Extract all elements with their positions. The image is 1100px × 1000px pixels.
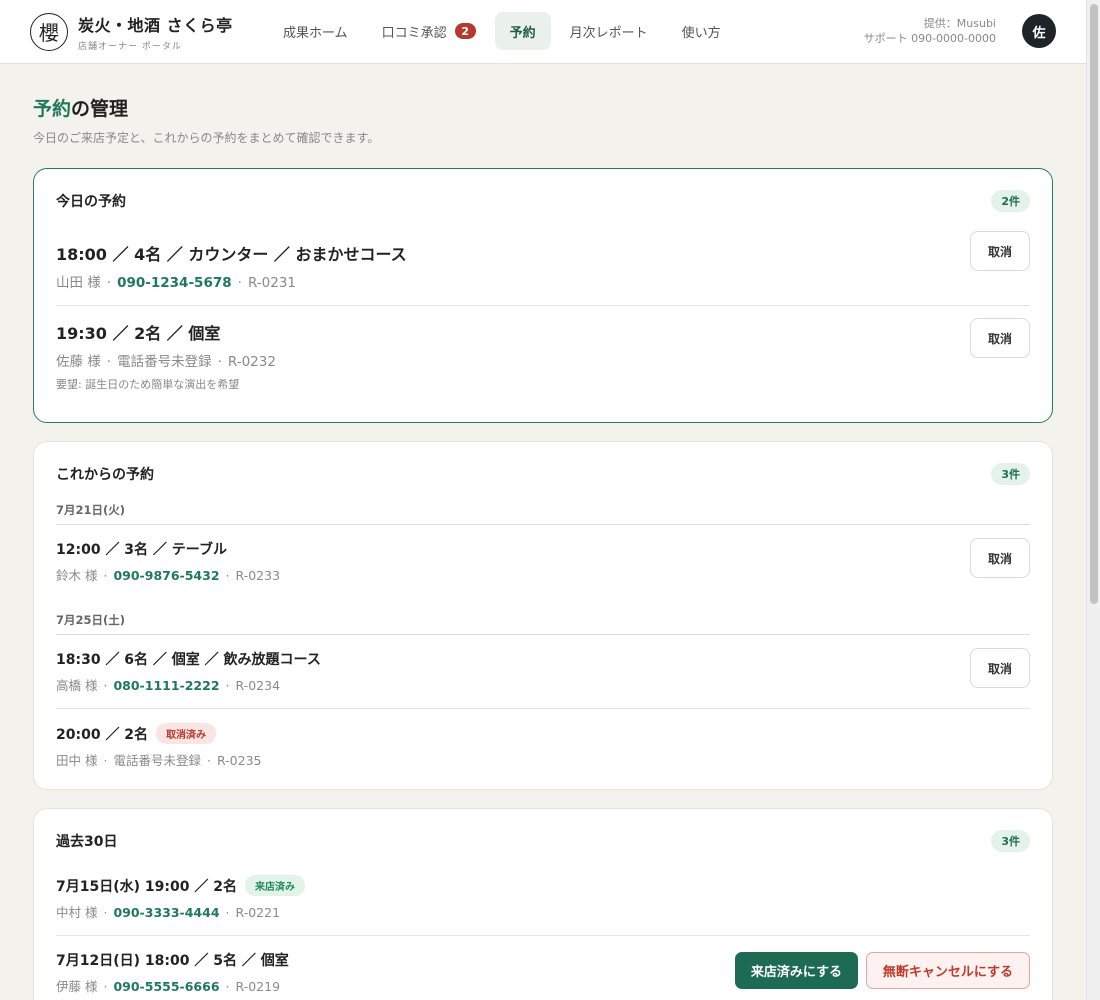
reservation-summary: 19:30 ／ 2名 ／ 個室 [56,324,221,343]
guest-name: 佐藤 様 [56,354,101,370]
page-title-accent: 予約 [33,98,72,120]
cancel-button[interactable]: 取消 [970,648,1030,688]
card-header: 今日の予約 2件 [56,189,1030,213]
reservation-id: R-0231 [247,275,296,291]
nav-reservations[interactable]: 予約 [494,12,551,50]
status-badge-cancelled: 取消済み [156,723,217,744]
page-description: 今日のご来店予定と、これからの予約をまとめて確認できます。 [33,131,380,145]
nav-reviews-label: 口コミ承認 [381,25,447,41]
cancel-button[interactable]: 取消 [970,318,1030,358]
main-content: 予約の管理 今日のご来店予定と、これからの予約をまとめて確認できます。 今日の予… [0,94,1086,1000]
guest-phone[interactable]: 090-1234-5678 [117,275,232,291]
phone-missing: 電話番号未登録 [117,354,212,370]
guest-phone[interactable]: 090-5555-6666 [113,979,219,994]
store-name: 炭火・地酒 さくら亭 [78,15,233,35]
phone-missing: 電話番号未登録 [113,753,201,768]
reservation-summary: 18:00 ／ 4名 ／ カウンター ／ おまかせコース [56,245,407,264]
nav-home[interactable]: 成果ホーム [268,12,363,50]
card-title: 過去30日 [56,834,118,850]
guest-request-note: 要望: 誕生日のため簡単な演出を希望 [56,378,240,391]
user-avatar[interactable]: 佐 [1022,14,1056,48]
reservation-row: 19:30 ／ 2名 ／ 個室 佐藤 様 · 電話番号未登録 · R-0232 要望: … [56,306,1030,402]
reservation-row: 7月12日(日) 18:00 ／ 5名 ／ 個室 伊藤 様 · 090-5555-6… [56,936,1030,1000]
reservation-summary: 20:00 ／ 2名 取消済み [56,723,1030,744]
count-badge: 3件 [991,830,1030,852]
reservation-list: 18:00 ／ 4名 ／ カウンター ／ おまかせコース 山田 様 · 090-12… [56,227,1030,402]
guest-name: 中村 様 [56,905,98,920]
reservation-id: R-0221 [235,905,281,920]
mark-visited-button[interactable]: 来店済みにする [734,952,858,989]
reservation-id: R-0232 [227,354,276,370]
support-phone: サポート 090-0000-0000 [863,32,996,45]
card-title: これからの予約 [56,467,154,483]
mark-no-show-button[interactable]: 無断キャンセルにする [865,952,1030,989]
guest-name: 田中 様 [56,753,98,768]
cancel-button[interactable]: 取消 [970,231,1030,271]
app-root: 櫻 炭火・地酒 さくら亭 店舗オーナー ポータル 成果ホーム 口コミ承認 2 予約… [0,0,1086,1000]
portal-label: 店舗オーナー ポータル [78,41,182,52]
provider-info: 提供：Musubi サポート 090-0000-0000 [864,16,996,46]
count-badge: 3件 [991,463,1030,485]
guest-name: 高橋 様 [56,678,98,693]
date-group-label: 7月21日(火) [56,502,1030,525]
reservation-row: 18:30 ／ 6名 ／ 個室 ／ 飲み放題コース 高橋 様 · 080-1111-… [56,635,1030,709]
reservation-summary: 18:30 ／ 6名 ／ 個室 ／ 飲み放題コース [56,652,321,668]
guest-name: 伊藤 様 [56,979,98,994]
reservation-details: 鈴木 様 · 090-9876-5432 · R-0233 [56,568,281,583]
nav-monthly-report-label: 月次レポート [569,25,648,41]
reservation-row: 7月15日(水) 19:00 ／ 2名 来店済み 中村 様 · 090-3333-44… [56,861,1030,936]
guest-name: 鈴木 様 [56,568,98,583]
guest-name: 山田 様 [56,275,101,291]
card-title: 今日の予約 [56,194,126,210]
reservation-details: 高橋 様 · 080-1111-2222 · R-0234 [56,678,281,693]
guest-phone[interactable]: 080-1111-2222 [113,678,219,693]
brand: 炭火・地酒 さくら亭 店舗オーナー ポータル [78,12,233,52]
page-title-rest: の管理 [71,98,129,120]
reservation-row: 20:00 ／ 2名 取消済み 田中 様 · 電話番号未登録 · R-0235 [56,709,1030,769]
nav-how-to-label: 使い方 [681,25,721,41]
reservation-details: 中村 様 · 090-3333-4444 · R-0221 [56,905,281,920]
reservation-id: R-0219 [235,979,281,994]
nav-monthly-report[interactable]: 月次レポート [555,12,663,50]
scrollbar-thumb[interactable] [1090,4,1098,604]
nav-reviews[interactable]: 口コミ承認 2 [367,12,491,50]
nav-reservations-label: 予約 [509,25,536,41]
vertical-scrollbar[interactable] [1086,0,1100,1000]
guest-phone[interactable]: 090-9876-5432 [113,568,219,583]
upcoming-reservations-card: これからの予約 3件 7月21日(火) 12:00 ／ 3名 ／ テーブル 鈴木… [33,441,1053,790]
date-group-label: 7月25日(土) [56,612,1030,635]
card-header: 過去30日 3件 [56,829,1030,853]
card-header: これからの予約 3件 [56,462,1030,486]
reservation-details: 山田 様 · 090-1234-5678 · R-0231 [56,275,296,291]
store-logo: 櫻 [30,12,68,51]
top-header: 櫻 炭火・地酒 さくら亭 店舗オーナー ポータル 成果ホーム 口コミ承認 2 予約… [0,0,1086,64]
reservation-row: 12:00 ／ 3名 ／ テーブル 鈴木 様 · 090-9876-5432 · R-0… [56,525,1030,610]
nav-home-label: 成果ホーム [283,25,348,41]
reservation-details: 田中 様 · 電話番号未登録 · R-0235 [56,753,262,768]
cancel-button[interactable]: 取消 [970,538,1030,578]
reservation-summary-text: 7月15日(水) 19:00 ／ 2名 [56,878,237,895]
main-nav: 成果ホーム 口コミ承認 2 予約 月次レポート 使い方 [268,12,740,52]
reservation-details: 佐藤 様 · 電話番号未登録 · R-0232 [56,354,276,370]
past-reservations-card: 過去30日 3件 7月15日(水) 19:00 ／ 2名 来店済み 中村 様 · 09… [33,808,1053,1000]
page-title: 予約の管理 [33,94,1053,121]
reservation-id: R-0233 [235,568,281,583]
nav-how-to[interactable]: 使い方 [667,12,736,50]
reservation-row: 18:00 ／ 4名 ／ カウンター ／ おまかせコース 山田 様 · 090-12… [56,227,1030,306]
reservation-id: R-0234 [235,678,281,693]
guest-phone[interactable]: 090-3333-4444 [113,905,219,920]
count-badge: 2件 [991,190,1030,212]
reservation-summary: 7月15日(水) 19:00 ／ 2名 来店済み [56,875,1030,896]
provider-label: 提供：Musubi [923,17,996,30]
reservation-summary-text: 20:00 ／ 2名 [56,726,149,743]
reservation-id: R-0235 [216,753,262,768]
status-badge-visited: 来店済み [244,875,305,896]
reservation-summary: 12:00 ／ 3名 ／ テーブル [56,542,227,558]
reviews-count-badge: 2 [454,23,476,39]
today-reservations-card: 今日の予約 2件 18:00 ／ 4名 ／ カウンター ／ おまかせコース 山田… [33,168,1053,423]
